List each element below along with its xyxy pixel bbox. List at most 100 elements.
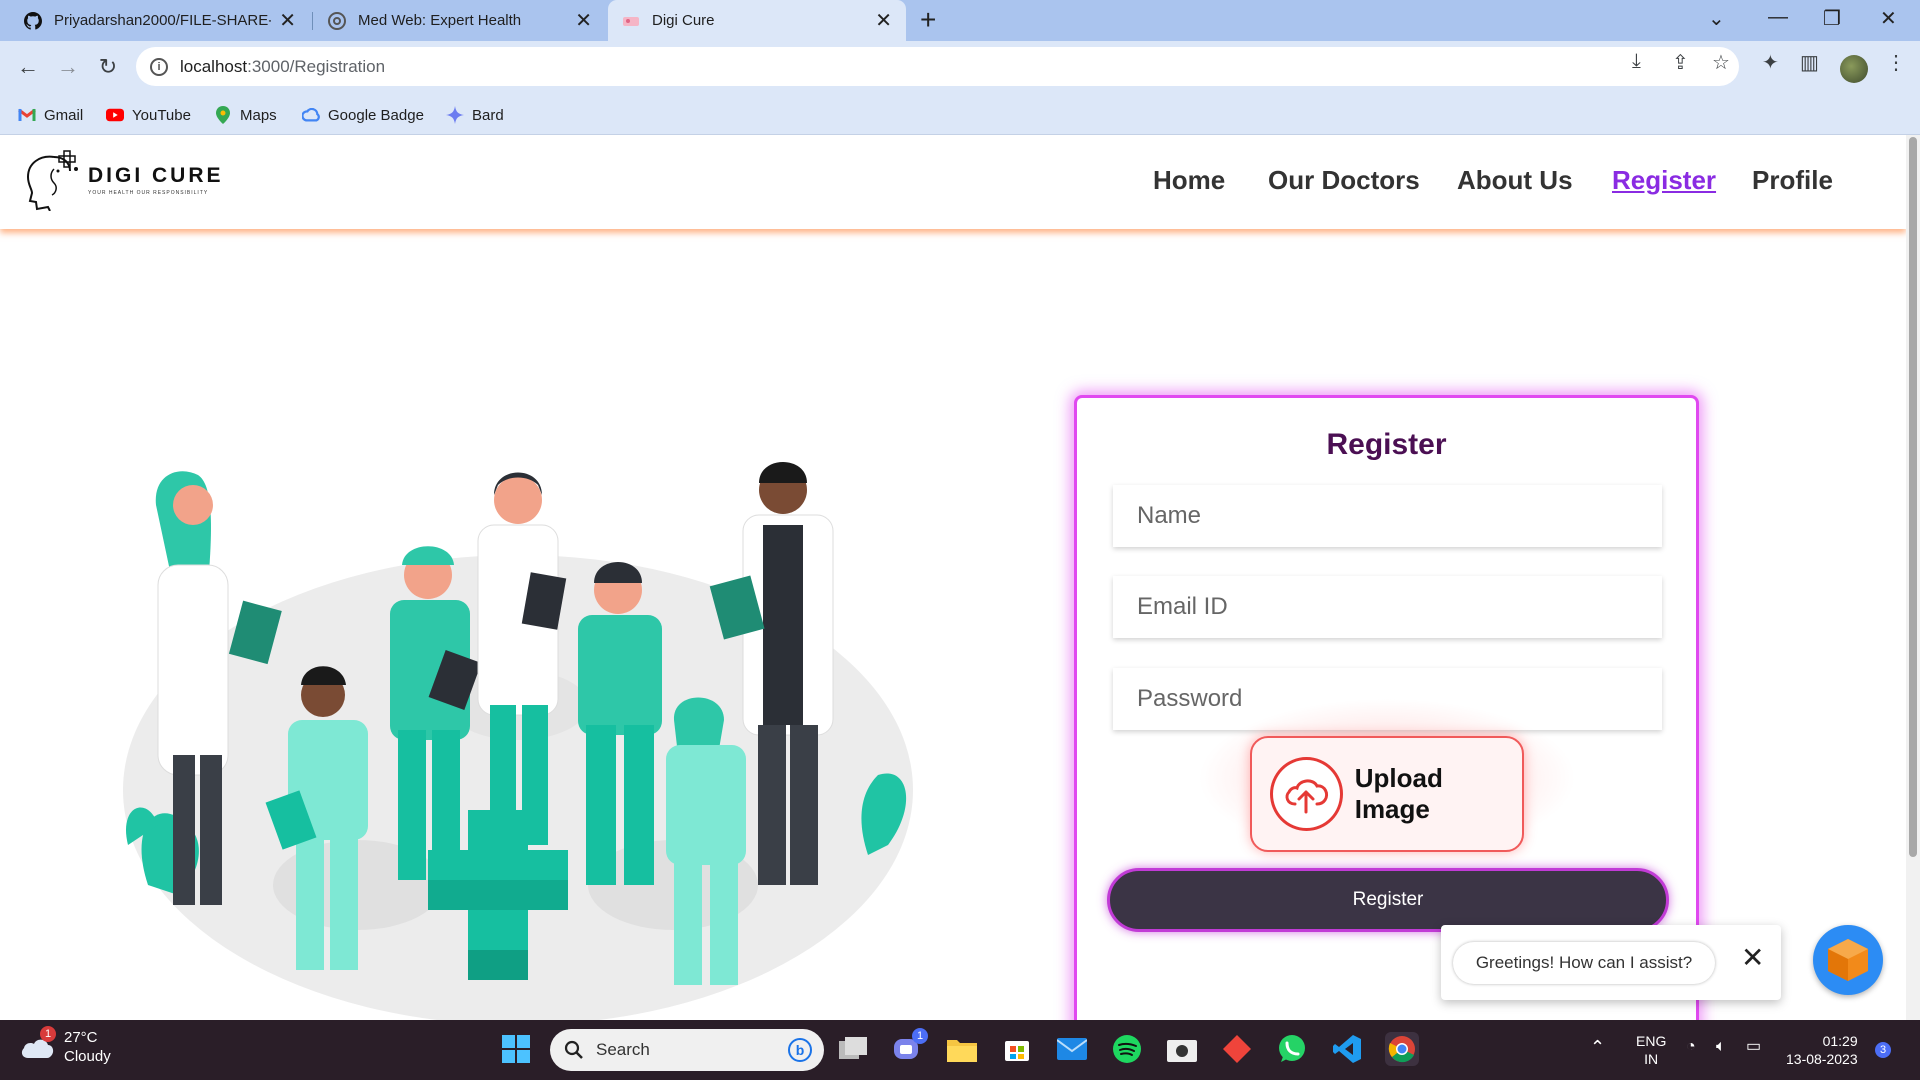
file-explorer-icon[interactable]: [945, 1032, 979, 1066]
language-top: ENG: [1636, 1033, 1667, 1049]
reload-icon[interactable]: ↻: [94, 53, 122, 81]
page-scrollbar[interactable]: [1906, 135, 1920, 1020]
vscode-icon[interactable]: [1330, 1032, 1364, 1066]
bookmark-google-badge[interactable]: Google Badge: [302, 106, 424, 124]
extensions-icon[interactable]: ✦: [1762, 50, 1779, 75]
bookmark-youtube[interactable]: YouTube: [106, 106, 191, 124]
tab-separator: [312, 12, 313, 30]
windows-taskbar: 1 27°C Cloudy Search b 1 ⌃ ENG IN ◔ 🔈︎ ▭…: [0, 1020, 1920, 1080]
close-icon[interactable]: ✕: [875, 8, 892, 33]
youtube-icon: [106, 106, 124, 124]
teams-chat-icon[interactable]: 1: [890, 1028, 928, 1066]
chat-greeting-bubble[interactable]: Greetings! How can I assist?: [1453, 942, 1715, 984]
spotify-icon[interactable]: [1110, 1032, 1144, 1066]
logo-text: DIGI CURE YOUR HEALTH OUR RESPONSIBILITY: [88, 164, 224, 196]
battery-icon[interactable]: ▭: [1746, 1038, 1761, 1056]
bookmark-label: Bard: [472, 106, 504, 124]
volume-icon[interactable]: 🔈︎: [1716, 1038, 1726, 1056]
weather-temp: 27°C: [64, 1029, 98, 1046]
search-label: Search: [596, 1040, 650, 1059]
bookmark-maps[interactable]: Maps: [214, 106, 277, 124]
taskbar-search[interactable]: Search b: [550, 1029, 824, 1071]
bookmark-star-icon[interactable]: ☆: [1712, 50, 1730, 75]
chrome-icon[interactable]: [1385, 1032, 1419, 1066]
task-view-icon[interactable]: [836, 1032, 870, 1066]
bookmark-label: Maps: [240, 106, 277, 124]
page-viewport: DIGI CURE YOUR HEALTH OUR RESPONSIBILITY…: [0, 135, 1906, 1020]
wifi-icon[interactable]: ◔: [1686, 1038, 1696, 1056]
tab-medweb[interactable]: Med Web: Expert Health ✕: [314, 0, 606, 41]
chat-close-icon[interactable]: ✕: [1741, 941, 1764, 974]
weather-widget[interactable]: 1 27°C Cloudy: [20, 1026, 111, 1066]
forward-icon[interactable]: →: [54, 53, 82, 81]
address-bar[interactable]: i localhost:3000/Registration: [136, 47, 1739, 86]
tab-title: Med Web: Expert Health: [358, 12, 522, 29]
register-title: Register: [1326, 428, 1447, 461]
bookmarks-bar: Gmail YouTube Maps Google Badge Bard: [0, 97, 1920, 135]
teams-badge: 1: [912, 1028, 928, 1044]
name-input[interactable]: [1113, 485, 1662, 547]
google-cloud-icon: [302, 106, 320, 124]
camera-app-icon[interactable]: [1165, 1032, 1199, 1066]
email-input[interactable]: [1113, 576, 1662, 638]
bing-icon[interactable]: b: [788, 1038, 812, 1062]
nav-home[interactable]: Home: [1153, 165, 1225, 196]
windows-start-icon[interactable]: [499, 1032, 533, 1066]
anydesk-icon[interactable]: [1220, 1032, 1254, 1066]
weather-badge: 1: [40, 1026, 56, 1042]
chatgpt-icon: [328, 11, 346, 30]
menu-dots-icon[interactable]: ⋮: [1886, 50, 1906, 75]
tab-title: Priyadarshan2000/FILE-SHARE-FI: [54, 12, 272, 29]
install-icon[interactable]: ⤓: [1632, 50, 1641, 73]
new-tab-button[interactable]: +: [920, 4, 936, 36]
cube-icon: [1828, 939, 1868, 981]
clock[interactable]: 01:29 13-08-2023: [1786, 1032, 1858, 1068]
bookmark-gmail[interactable]: Gmail: [18, 106, 83, 124]
language-bottom: IN: [1644, 1051, 1659, 1067]
scrollbar-thumb[interactable]: [1909, 137, 1917, 857]
weather-desc: Cloudy: [64, 1048, 111, 1065]
weather-text: 27°C Cloudy: [64, 1028, 111, 1066]
register-submit-button[interactable]: Register: [1107, 868, 1669, 932]
window-close-icon[interactable]: ✕: [1880, 6, 1897, 31]
tab-digicure[interactable]: Digi Cure ✕: [608, 0, 906, 41]
upload-image-button[interactable]: Upload Image: [1250, 736, 1524, 852]
digicure-favicon: [622, 12, 640, 30]
cloud-upload-icon: [1270, 757, 1343, 831]
head-cross-logo-icon: [26, 150, 78, 211]
back-icon[interactable]: ←: [14, 53, 42, 81]
nav-about-us[interactable]: About Us: [1457, 165, 1573, 196]
maps-icon: [214, 106, 232, 124]
minimize-icon[interactable]: —: [1768, 6, 1788, 29]
tab-search-icon[interactable]: ⌄: [1708, 6, 1725, 31]
close-icon[interactable]: ✕: [279, 8, 296, 33]
doctors-team-illustration: [123, 462, 913, 1020]
profile-avatar[interactable]: [1840, 55, 1868, 83]
close-icon[interactable]: ✕: [575, 8, 592, 33]
share-icon[interactable]: ⇪: [1672, 50, 1689, 75]
site-info-icon[interactable]: i: [150, 57, 168, 76]
chat-greeting-popup: Greetings! How can I assist? ✕: [1441, 925, 1781, 1000]
microsoft-store-icon[interactable]: [1000, 1032, 1034, 1066]
upload-image-label: Upload Image: [1354, 763, 1443, 824]
whatsapp-icon[interactable]: [1275, 1032, 1309, 1066]
github-icon: [24, 11, 42, 30]
site-logo[interactable]: DIGI CURE YOUR HEALTH OUR RESPONSIBILITY: [24, 149, 224, 211]
side-panel-icon[interactable]: ▥: [1800, 50, 1819, 75]
language-indicator[interactable]: ENG IN: [1636, 1032, 1666, 1068]
notification-count-badge[interactable]: 3: [1875, 1042, 1891, 1058]
show-hidden-icons-icon[interactable]: ⌃: [1590, 1038, 1605, 1056]
tab-title: Digi Cure: [652, 12, 715, 29]
bookmark-bard[interactable]: Bard: [446, 106, 504, 124]
nav-profile[interactable]: Profile: [1752, 165, 1833, 196]
restore-icon[interactable]: ❐: [1823, 6, 1841, 31]
tab-github[interactable]: Priyadarshan2000/FILE-SHARE-FI ✕: [10, 0, 310, 41]
tab-strip: Priyadarshan2000/FILE-SHARE-FI ✕ Med Web…: [0, 0, 1920, 41]
logo-name: DIGI CURE: [88, 164, 224, 187]
nav-register[interactable]: Register: [1612, 165, 1716, 196]
chat-launcher-button[interactable]: [1813, 925, 1883, 995]
site-header: DIGI CURE YOUR HEALTH OUR RESPONSIBILITY…: [0, 135, 1906, 229]
mail-icon[interactable]: [1055, 1032, 1089, 1066]
nav-our-doctors[interactable]: Our Doctors: [1268, 165, 1420, 196]
bookmark-label: Gmail: [44, 106, 84, 124]
